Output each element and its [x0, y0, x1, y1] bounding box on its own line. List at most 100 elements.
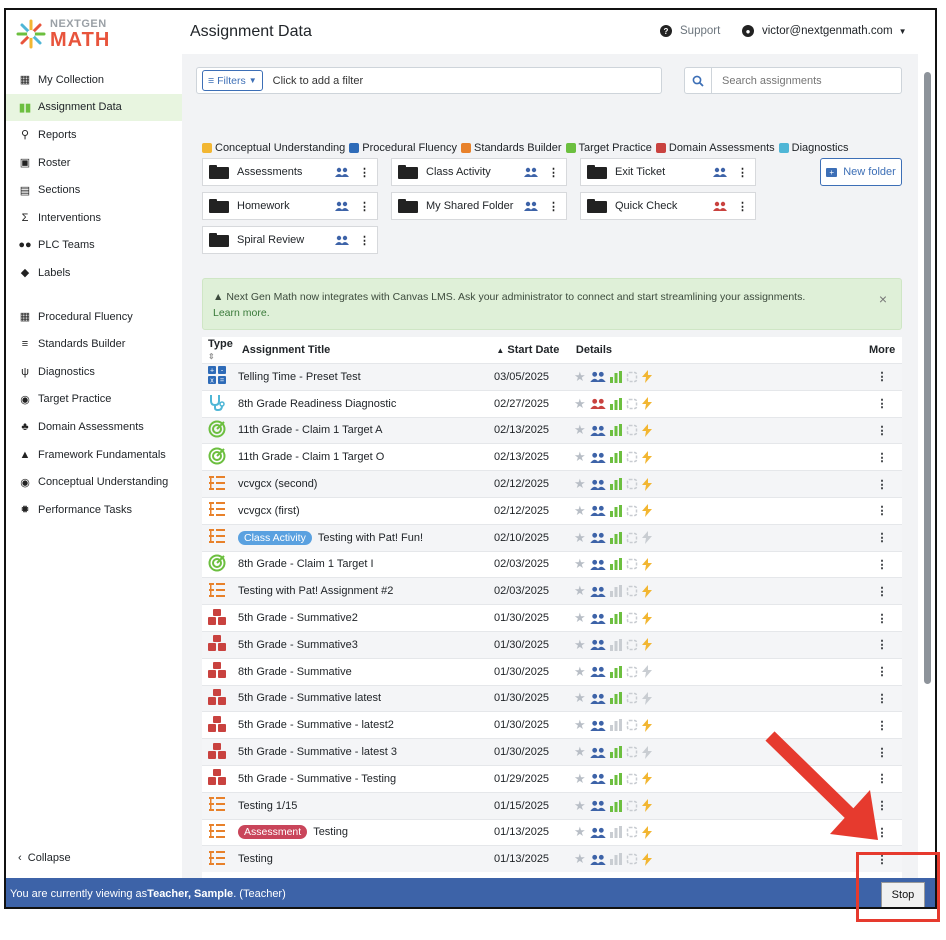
shared-users-icon[interactable] — [335, 235, 349, 245]
results-bars-icon[interactable] — [609, 558, 622, 571]
results-bars-icon[interactable] — [609, 478, 622, 491]
lightning-bolt-icon[interactable] — [641, 691, 652, 705]
kebab-menu-icon[interactable]: ⋮ — [359, 166, 370, 179]
scrollbar[interactable] — [918, 54, 935, 878]
shared-users-icon[interactable] — [589, 693, 606, 704]
sidebar-item-standards-builder[interactable]: ≡ Standards Builder — [6, 330, 182, 358]
assignment-title-cell[interactable]: Testing — [238, 853, 488, 865]
col-title[interactable]: Assignment Title — [238, 344, 491, 356]
kebab-menu-icon[interactable]: ⋮ — [548, 200, 559, 213]
results-bars-icon[interactable] — [609, 746, 622, 759]
results-bars-icon[interactable] — [609, 397, 622, 410]
settings-gear-icon[interactable] — [626, 612, 638, 624]
star-icon[interactable]: ★ — [574, 717, 586, 733]
assignment-title[interactable]: 8th Grade - Summative — [238, 666, 352, 678]
lightning-bolt-icon[interactable] — [641, 665, 652, 679]
assignment-title-cell[interactable]: 8th Grade - Summative — [238, 666, 488, 678]
lightning-bolt-icon[interactable] — [641, 531, 652, 545]
folder-spiral-review[interactable]: Spiral Review ⋮ — [202, 226, 378, 254]
table-row[interactable]: 5th Grade - Summative latest 01/30/2025 ★ ⋮ — [202, 684, 902, 712]
shared-users-icon[interactable] — [589, 479, 606, 490]
more-menu-icon[interactable]: ⋮ — [862, 397, 902, 410]
results-bars-icon[interactable] — [609, 424, 622, 437]
assignment-title[interactable]: 5th Grade - Summative3 — [238, 639, 358, 651]
col-type[interactable]: Type ⇕ — [202, 338, 238, 362]
assignment-title[interactable]: 8th Grade - Claim 1 Target I — [238, 558, 374, 570]
lightning-bolt-icon[interactable] — [641, 852, 652, 866]
kebab-menu-icon[interactable]: ⋮ — [548, 166, 559, 179]
shared-users-icon[interactable] — [589, 666, 606, 678]
settings-gear-icon[interactable] — [626, 558, 638, 570]
table-row[interactable]: 5th Grade - Summative3 01/30/2025 ★ ⋮ — [202, 630, 902, 658]
shared-users-icon[interactable] — [589, 854, 606, 865]
shared-users-icon[interactable] — [589, 827, 606, 838]
sidebar-item-procedural-fluency[interactable]: ▦ Procedural Fluency — [6, 303, 182, 331]
shared-users-icon[interactable] — [589, 398, 606, 410]
assignment-title-cell[interactable]: 8th Grade Readiness Diagnostic — [238, 398, 488, 410]
lightning-bolt-icon[interactable] — [641, 423, 652, 437]
lightning-bolt-icon[interactable] — [641, 557, 652, 571]
assignment-title[interactable]: Telling Time - Preset Test — [238, 371, 361, 383]
assignment-title-cell[interactable]: 5th Grade - Summative - latest 3 — [238, 746, 488, 758]
star-icon[interactable]: ★ — [574, 476, 586, 492]
more-menu-icon[interactable]: ⋮ — [862, 370, 902, 383]
folder-homework[interactable]: Homework ⋮ — [202, 192, 378, 220]
more-menu-icon[interactable]: ⋮ — [862, 478, 902, 491]
shared-users-icon[interactable] — [524, 167, 538, 177]
shared-users-icon[interactable] — [589, 800, 606, 812]
lightning-bolt-icon[interactable] — [641, 370, 652, 384]
sidebar-item-diagnostics[interactable]: ψ Diagnostics — [6, 358, 182, 386]
sidebar-item-labels[interactable]: ◆ Labels — [6, 259, 182, 287]
shared-users-icon[interactable] — [335, 201, 349, 211]
assignment-title[interactable]: Testing — [238, 853, 273, 865]
assignment-title-cell[interactable]: 5th Grade - Summative3 — [238, 639, 488, 651]
assignment-title-cell[interactable]: 5th Grade - Summative latest — [238, 692, 488, 704]
lightning-bolt-icon[interactable] — [641, 477, 652, 491]
settings-gear-icon[interactable] — [626, 826, 638, 838]
sidebar-item-roster[interactable]: ▣ Roster — [6, 149, 182, 177]
lightning-bolt-icon[interactable] — [641, 450, 652, 464]
shared-users-icon[interactable] — [589, 773, 606, 785]
settings-gear-icon[interactable] — [626, 532, 638, 544]
assignment-title-cell[interactable]: 11th Grade - Claim 1 Target O — [238, 451, 488, 463]
assignment-title-cell[interactable]: Testing 1/15 — [238, 800, 488, 812]
settings-gear-icon[interactable] — [626, 800, 638, 812]
table-row[interactable]: vcvgcx (first) 02/12/2025 ★ ⋮ — [202, 496, 902, 524]
results-bars-icon[interactable] — [609, 370, 622, 383]
shared-users-icon[interactable] — [589, 559, 606, 570]
star-icon[interactable]: ★ — [574, 824, 586, 840]
assignment-title-cell[interactable]: Testing with Pat! Assignment #2 — [238, 585, 488, 597]
results-bars-icon[interactable] — [609, 853, 622, 866]
table-row[interactable]: + - x = Telling Time - Preset Test 03/05/2025… — [202, 363, 902, 390]
more-menu-icon[interactable]: ⋮ — [862, 585, 902, 598]
lightning-bolt-icon[interactable] — [641, 825, 652, 839]
shared-users-icon[interactable] — [589, 747, 606, 758]
sidebar-item-target-practice[interactable]: ◉ Target Practice — [6, 386, 182, 414]
assignment-title[interactable]: vcvgcx (second) — [238, 478, 317, 490]
results-bars-icon[interactable] — [609, 665, 622, 678]
kebab-menu-icon[interactable]: ⋮ — [359, 234, 370, 247]
shared-users-icon[interactable] — [589, 586, 606, 597]
settings-gear-icon[interactable] — [626, 692, 638, 704]
assignment-title[interactable]: 5th Grade - Summative - Testing — [238, 773, 396, 785]
lightning-bolt-icon[interactable] — [641, 584, 652, 598]
more-menu-icon[interactable]: ⋮ — [862, 531, 902, 544]
kebab-menu-icon[interactable]: ⋮ — [737, 166, 748, 179]
assignment-title[interactable]: Testing with Pat! Fun! — [318, 532, 423, 544]
sidebar-item-conceptual-understanding[interactable]: ◉ Conceptual Understanding — [6, 468, 182, 496]
results-bars-icon[interactable] — [609, 585, 622, 598]
lightning-bolt-icon[interactable] — [641, 504, 652, 518]
table-row[interactable]: 8th Grade - Summative 01/30/2025 ★ ⋮ — [202, 657, 902, 685]
results-bars-icon[interactable] — [609, 826, 622, 839]
star-icon[interactable]: ★ — [574, 798, 586, 814]
sidebar-item-reports[interactable]: ⚲ Reports — [6, 121, 182, 149]
assignment-title[interactable]: 5th Grade - Summative - latest 3 — [238, 746, 397, 758]
collapse-button[interactable]: ‹ Collapse — [18, 852, 71, 864]
sidebar-item-my-collection[interactable]: ▦ My Collection — [6, 66, 182, 94]
folder-exit-ticket[interactable]: Exit Ticket ⋮ — [580, 158, 756, 186]
shared-users-icon[interactable] — [589, 452, 606, 463]
settings-gear-icon[interactable] — [626, 666, 638, 678]
sidebar-item-framework-fundamentals[interactable]: ▲ Framework Fundamentals — [6, 441, 182, 469]
assignment-title[interactable]: 5th Grade - Summative - latest2 — [238, 719, 394, 731]
shared-users-icon[interactable] — [335, 167, 349, 177]
